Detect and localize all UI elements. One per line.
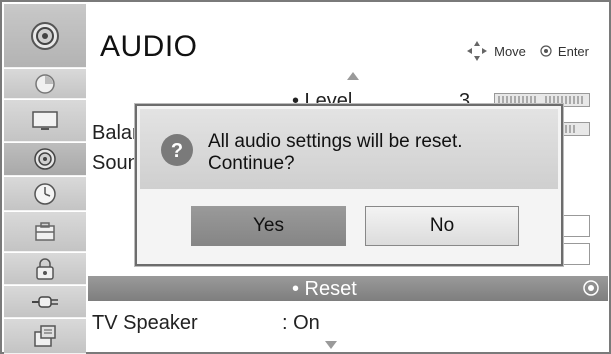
input-icon <box>32 295 58 308</box>
sidebar-item-picture[interactable] <box>4 69 86 99</box>
lock-icon <box>36 257 54 280</box>
navigation-hint: Move Enter <box>466 40 589 62</box>
dialog-message: All audio settings will be reset. Contin… <box>208 131 463 175</box>
sidebar-item-time[interactable] <box>4 177 86 211</box>
option-icon <box>35 221 55 241</box>
move-arrows-icon <box>467 41 488 61</box>
picture-icon <box>35 73 55 94</box>
scroll-up-arrow-icon[interactable] <box>347 72 359 80</box>
reset-confirm-dialog: ? All audio settings will be reset. Cont… <box>135 104 563 266</box>
yes-button[interactable]: Yes <box>191 206 346 246</box>
question-glyph: ? <box>171 140 183 162</box>
dialog-message-line1: All audio settings will be reset. <box>208 131 463 152</box>
enter-icon <box>583 280 599 296</box>
audio-icon <box>34 148 56 170</box>
sidebar-item-lock[interactable] <box>4 253 86 285</box>
question-icon: ? <box>161 134 193 166</box>
sidebar-item-audio[interactable] <box>4 143 86 176</box>
enter-label: Enter <box>557 43 589 59</box>
scroll-down-arrow-icon[interactable] <box>325 341 337 349</box>
dialog-message-area: ? All audio settings will be reset. Cont… <box>140 109 558 189</box>
dialog-message-line2: Continue? <box>208 153 295 174</box>
audio-speaker-icon <box>31 21 59 50</box>
time-icon <box>34 182 56 205</box>
sidebar-item-audio-header[interactable] <box>4 4 86 68</box>
monitor-icon <box>32 110 58 130</box>
sidebar-item-input[interactable] <box>4 286 86 318</box>
enter-icon <box>540 45 552 57</box>
sidebar-item-option[interactable] <box>4 212 86 252</box>
move-label: Move <box>494 43 526 59</box>
sidebar-item-usb[interactable] <box>4 319 86 354</box>
tv-speaker-value[interactable]: : On <box>282 312 320 335</box>
reset-row[interactable]: • Reset <box>88 276 608 301</box>
sidebar-item-monitor[interactable] <box>4 100 86 142</box>
usb-icon <box>34 325 56 347</box>
page-title: AUDIO <box>100 30 198 63</box>
sidebar <box>4 4 86 354</box>
no-button[interactable]: No <box>365 206 519 246</box>
tv-menu-frame: AUDIO Move Enter • Level 3 Balance Sound <box>0 0 611 354</box>
tv-speaker-label[interactable]: TV Speaker <box>92 312 198 335</box>
reset-label: • Reset <box>292 278 357 300</box>
